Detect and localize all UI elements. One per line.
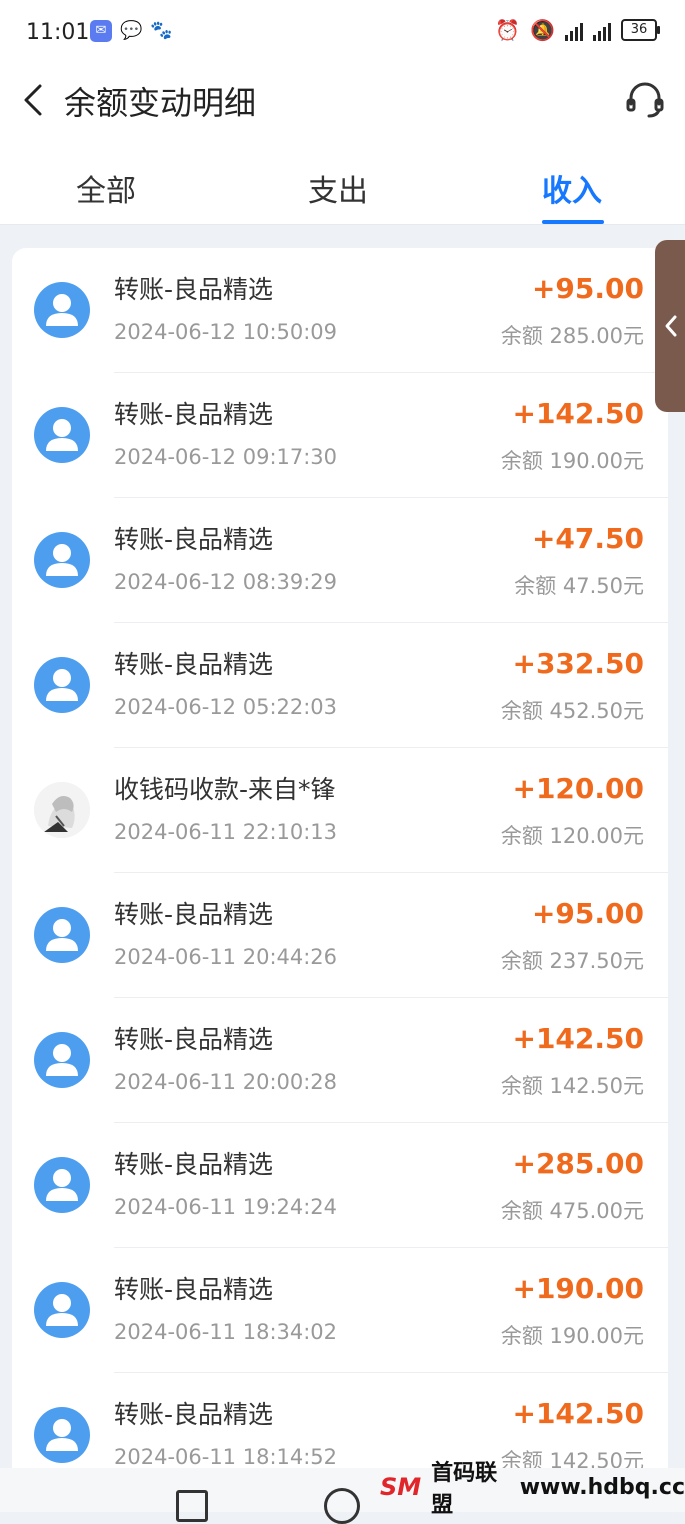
list-item[interactable]: 转账-良品精选 2024-06-11 20:44:26 +95.00 余额 237.5… — [12, 873, 668, 998]
signal-icon — [593, 19, 611, 41]
user-icon — [34, 407, 90, 463]
transaction-amount: +95.00 — [531, 897, 644, 930]
transaction-amount: +95.00 — [531, 272, 644, 305]
list-item[interactable]: 转账-良品精选 2024-06-11 20:00:28 +142.50 余额 142.… — [12, 998, 668, 1123]
user-icon — [34, 532, 90, 588]
transaction-amount: +142.50 — [512, 1397, 644, 1430]
user-icon — [34, 282, 90, 338]
list-item[interactable]: 转账-良品精选 2024-06-12 05:22:03 +332.50 余额 452.… — [12, 623, 668, 748]
tab-expense[interactable]: 支出 — [308, 166, 368, 210]
headset-icon[interactable] — [623, 78, 667, 122]
transaction-amount: +190.00 — [512, 1272, 644, 1305]
tab-income[interactable]: 收入 — [542, 166, 602, 210]
watermark: SM 首码联盟 www.hdbq.cc — [380, 1461, 685, 1518]
transaction-title: 转账-良品精选 — [114, 900, 274, 929]
avatar — [34, 782, 90, 838]
page-title: 余额变动明细 — [64, 84, 257, 122]
notification-icons: ✉ 💬 🐾 — [90, 20, 172, 42]
transaction-balance: 余额 475.00元 — [500, 1199, 644, 1223]
status-time: 11:01 — [26, 20, 90, 45]
transaction-amount: +142.50 — [512, 397, 644, 430]
transaction-amount: +47.50 — [531, 522, 644, 555]
transaction-title: 转账-良品精选 — [114, 400, 274, 429]
transaction-date: 2024-06-11 18:34:02 — [114, 1320, 338, 1344]
watermark-logo: SM — [380, 1473, 422, 1501]
transaction-amount: +285.00 — [512, 1147, 644, 1180]
transaction-balance: 余额 47.50元 — [514, 574, 644, 598]
signal-icon — [565, 19, 583, 41]
transaction-balance: 余额 120.00元 — [500, 824, 644, 848]
user-icon — [34, 1157, 90, 1213]
transaction-balance: 余额 190.00元 — [500, 1324, 644, 1348]
alarm-icon: ⏰ — [495, 18, 521, 42]
transaction-title: 转账-良品精选 — [114, 650, 274, 679]
transaction-balance: 余额 237.50元 — [500, 949, 644, 973]
transaction-title: 转账-良品精选 — [114, 1275, 274, 1304]
transaction-title: 转账-良品精选 — [114, 1400, 274, 1429]
transaction-list: 转账-良品精选 2024-06-12 10:50:09 +95.00 余额 285.0… — [12, 248, 668, 1508]
transaction-balance: 余额 452.50元 — [500, 699, 644, 723]
list-item[interactable]: 转账-良品精选 2024-06-11 19:24:24 +285.00 余额 475.… — [12, 1123, 668, 1248]
transaction-date: 2024-06-11 18:14:52 — [114, 1445, 338, 1469]
transaction-amount: +332.50 — [512, 647, 644, 680]
list-item[interactable]: 收钱码收款-来自*锋 2024-06-11 22:10:13 +120.00 余额 1… — [12, 748, 668, 873]
home-button[interactable] — [324, 1488, 360, 1524]
mute-bell-icon: 🔕 — [530, 18, 555, 42]
page-header: 余额变动明细 — [0, 64, 685, 144]
transaction-title: 转账-良品精选 — [114, 525, 274, 554]
recent-apps-button[interactable] — [176, 1490, 208, 1522]
user-icon — [34, 907, 90, 963]
transaction-balance: 余额 142.50元 — [500, 1074, 644, 1098]
watermark-name: 首码联盟 — [431, 1461, 498, 1518]
chevron-left-icon — [665, 315, 677, 337]
transaction-date: 2024-06-11 20:44:26 — [114, 945, 338, 969]
user-icon — [34, 1032, 90, 1088]
paw-icon: 🐾 — [150, 20, 173, 41]
side-float-button[interactable] — [655, 240, 685, 412]
user-icon — [34, 1407, 90, 1463]
chat-bubble-icon: 💬 — [120, 20, 143, 41]
user-icon — [34, 1282, 90, 1338]
chevron-left-icon[interactable] — [14, 80, 54, 120]
transaction-date: 2024-06-12 10:50:09 — [114, 320, 338, 344]
transaction-title: 转账-良品精选 — [114, 275, 274, 304]
transaction-date: 2024-06-12 08:39:29 — [114, 570, 338, 594]
battery-icon: 36 — [621, 19, 660, 41]
system-icons: ⏰ 🔕 36 — [495, 18, 660, 42]
transaction-date: 2024-06-12 05:22:03 — [114, 695, 338, 719]
list-item[interactable]: 转账-良品精选 2024-06-12 10:50:09 +95.00 余额 285.0… — [12, 248, 668, 373]
list-item[interactable]: 转账-良品精选 2024-06-11 18:34:02 +190.00 余额 190.… — [12, 1248, 668, 1373]
list-item[interactable]: 转账-良品精选 2024-06-12 08:39:29 +47.50 余额 47.50… — [12, 498, 668, 623]
transaction-title: 收钱码收款-来自*锋 — [114, 775, 336, 804]
transaction-balance: 余额 285.00元 — [500, 324, 644, 348]
transaction-title: 转账-良品精选 — [114, 1025, 274, 1054]
transaction-date: 2024-06-11 20:00:28 — [114, 1070, 338, 1094]
status-bar: 11:01 ✉ 💬 🐾 ⏰ 🔕 36 — [0, 0, 685, 64]
transaction-date: 2024-06-11 19:24:24 — [114, 1195, 338, 1219]
transaction-title: 转账-良品精选 — [114, 1150, 274, 1179]
tab-all[interactable]: 全部 — [76, 166, 136, 210]
transaction-date: 2024-06-11 22:10:13 — [114, 820, 338, 844]
filter-tabs: 全部 支出 收入 — [0, 144, 685, 225]
watermark-url: www.hdbq.cc — [519, 1474, 685, 1500]
active-tab-indicator — [542, 220, 604, 224]
transaction-amount: +142.50 — [512, 1022, 644, 1055]
user-icon — [34, 657, 90, 713]
list-item[interactable]: 转账-良品精选 2024-06-12 09:17:30 +142.50 余额 190.… — [12, 373, 668, 498]
transaction-date: 2024-06-12 09:17:30 — [114, 445, 338, 469]
transaction-amount: +120.00 — [512, 772, 644, 805]
message-app-icon: ✉ — [90, 20, 112, 42]
transaction-balance: 余额 190.00元 — [500, 449, 644, 473]
